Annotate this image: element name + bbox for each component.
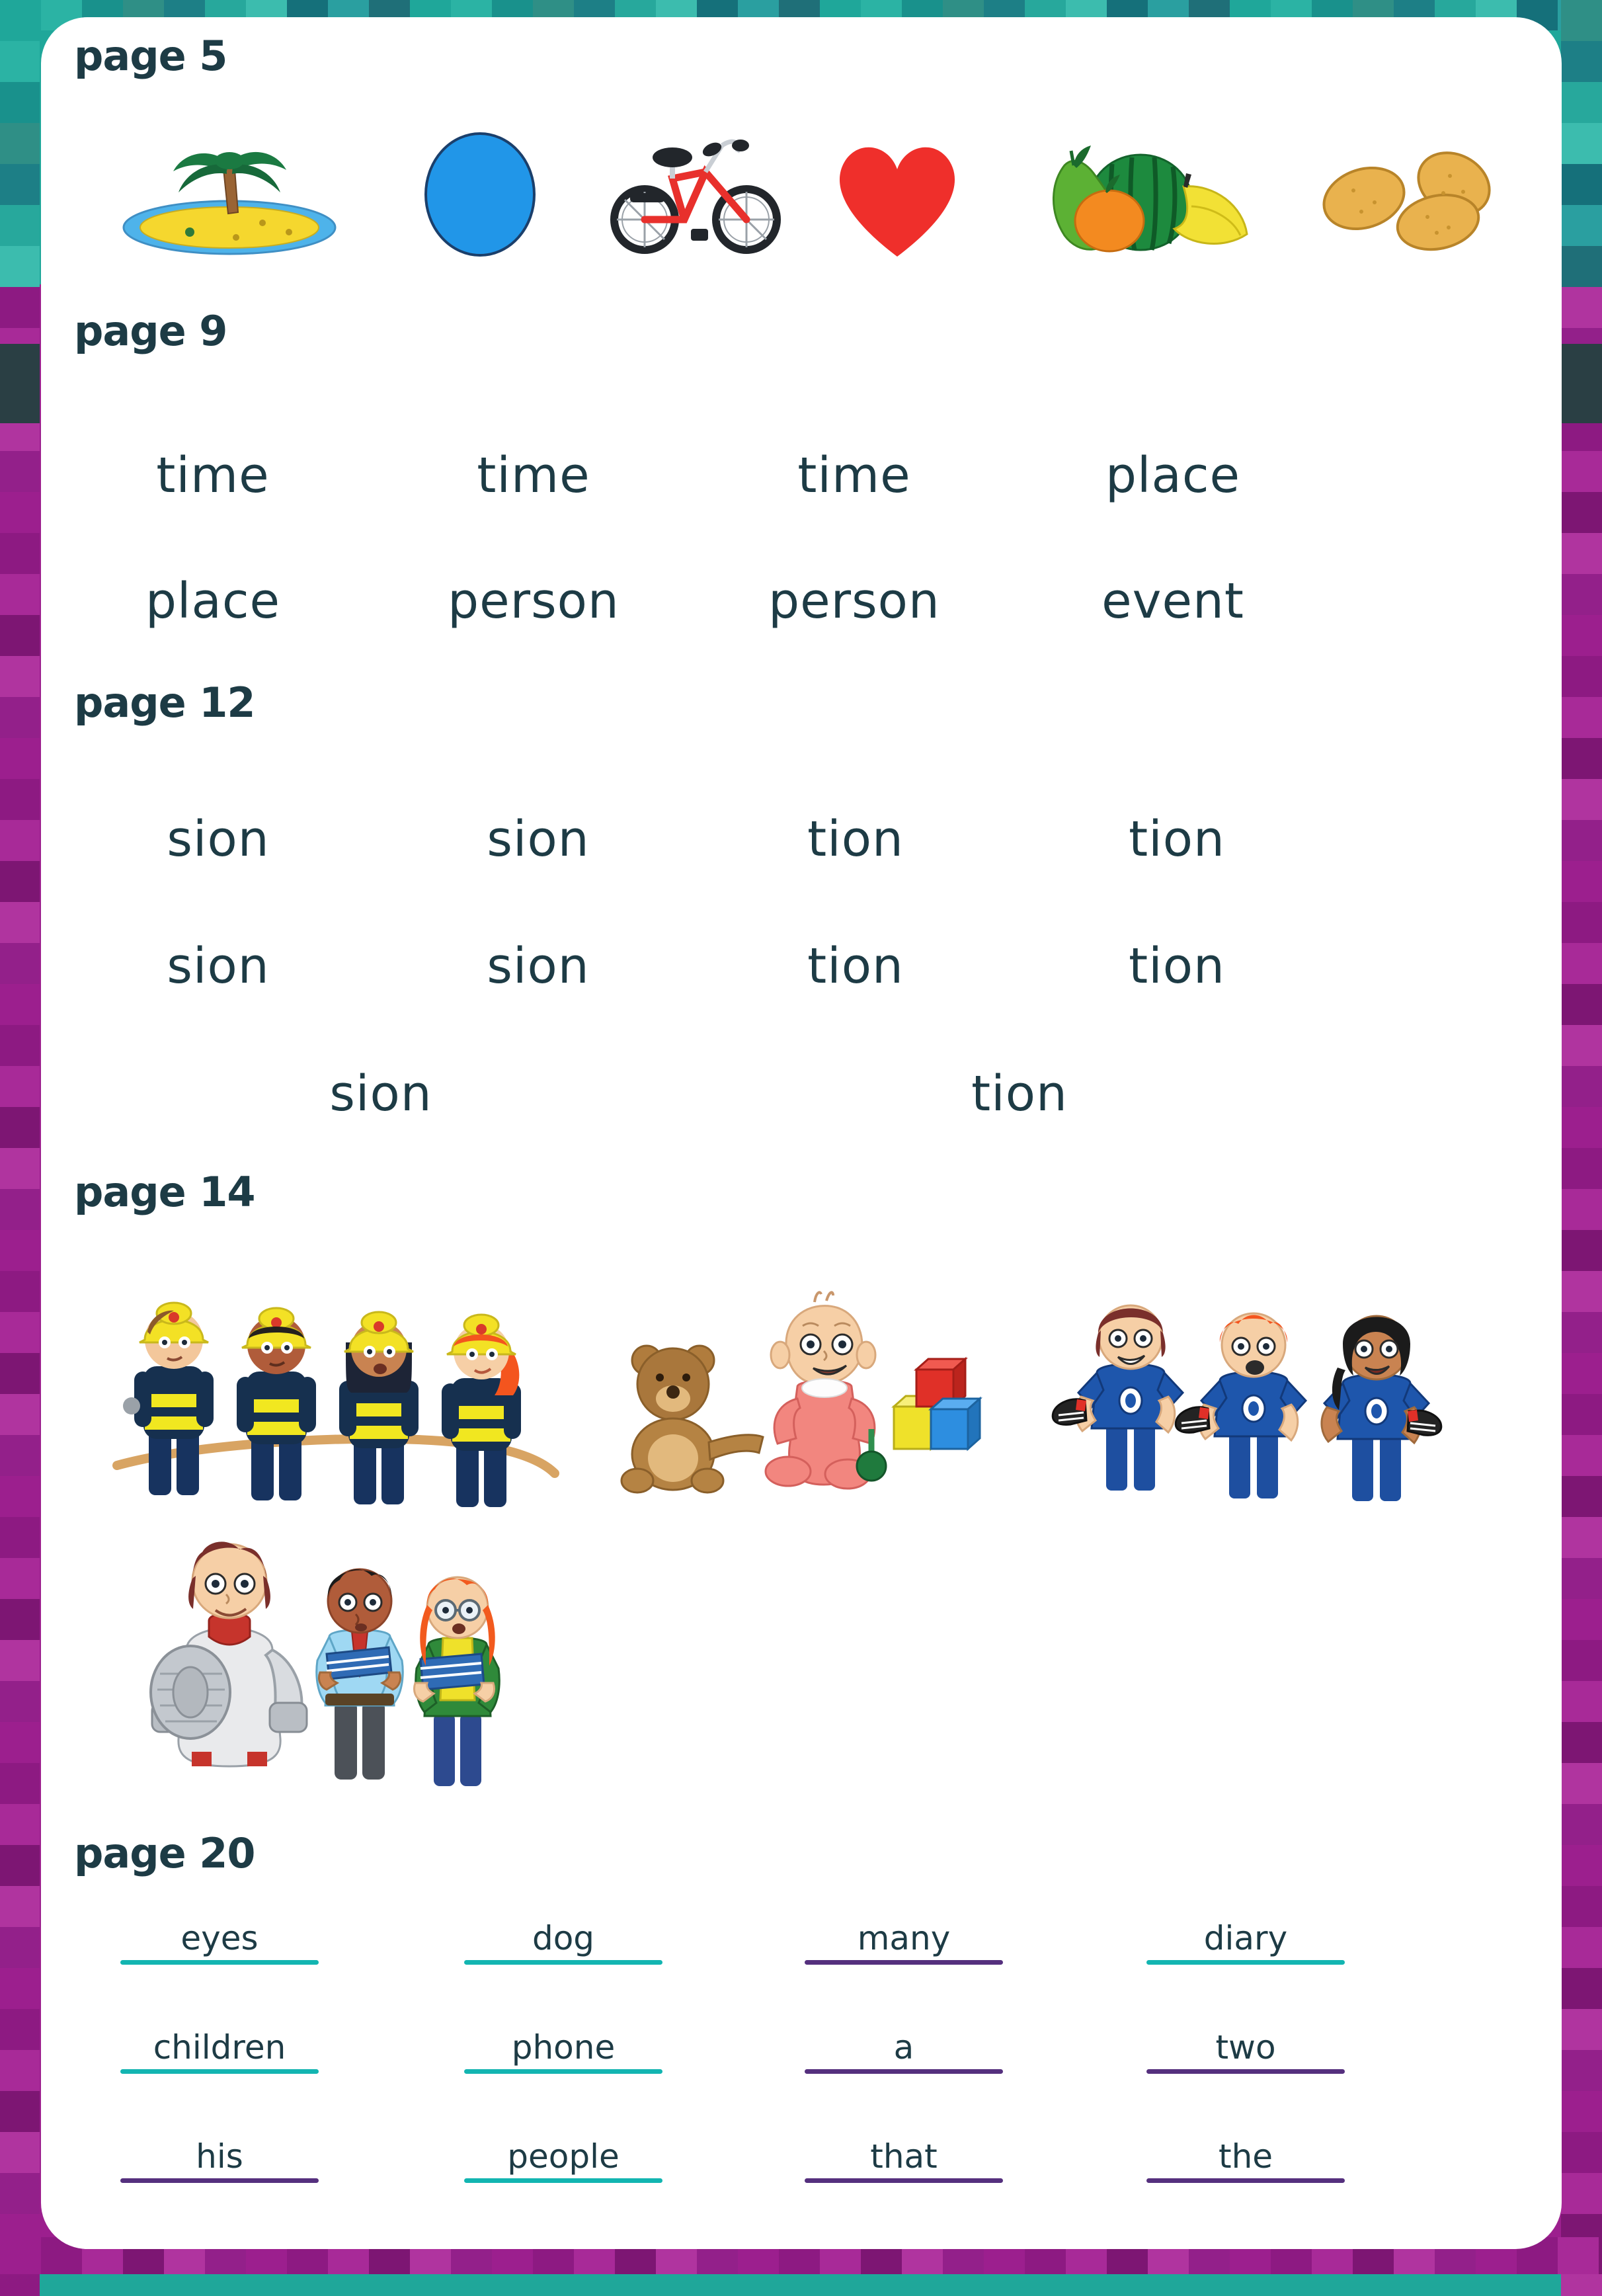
baby-toys-icon	[616, 1270, 986, 1495]
word-cell: sion	[167, 938, 270, 995]
answer-rule	[120, 1960, 319, 1965]
bicycle-icon	[606, 135, 785, 254]
answer-rule	[120, 2178, 319, 2183]
fruit-icon	[1025, 136, 1256, 255]
word-cell: tion	[1129, 811, 1225, 868]
word-cell: sion	[487, 811, 590, 868]
answer-cell: that	[805, 2140, 1003, 2183]
answer-rule	[464, 2178, 662, 2183]
answer-cell: the	[1146, 2140, 1345, 2183]
page-heading-page-14: page 14	[74, 1168, 256, 1216]
answer-cell: his	[120, 2140, 319, 2183]
answer-word: two	[1215, 2028, 1276, 2067]
answer-rule	[1146, 2069, 1345, 2074]
answer-cell: diary	[1146, 1922, 1345, 1965]
island-icon	[120, 133, 339, 255]
answer-cell: many	[805, 1922, 1003, 1965]
word-cell: sion	[167, 811, 270, 868]
word-cell: place	[145, 573, 281, 630]
answer-rule	[805, 2178, 1003, 2183]
word-cell: time	[477, 447, 590, 504]
page-heading-page-9: page 9	[74, 307, 227, 355]
answer-word: diary	[1203, 1919, 1288, 1957]
answer-cell: eyes	[120, 1922, 319, 1965]
answer-word: his	[196, 2137, 243, 2176]
answer-cell: children	[120, 2031, 319, 2074]
answer-word: the	[1218, 2137, 1273, 2176]
workbook-page-card: page 5 page 9 time time time place place…	[41, 17, 1562, 2249]
word-cell: time	[797, 447, 911, 504]
answer-cell: two	[1146, 2031, 1345, 2074]
word-cell: place	[1105, 447, 1241, 504]
answer-word: many	[857, 1919, 951, 1957]
answer-cell: people	[464, 2140, 662, 2183]
page-heading-page-5: page 5	[74, 32, 227, 80]
knight-pupils-icon	[134, 1502, 543, 1786]
word-cell: tion	[807, 938, 904, 995]
word-cell: event	[1101, 573, 1244, 630]
answer-word: phone	[511, 2028, 616, 2067]
word-cell: sion	[487, 938, 590, 995]
answer-cell: phone	[464, 2031, 662, 2074]
answer-word: a	[893, 2028, 914, 2067]
heart-icon	[831, 143, 963, 259]
answer-word: eyes	[180, 1919, 259, 1957]
answer-rule	[1146, 2178, 1345, 2183]
answer-rule	[1146, 1960, 1345, 1965]
answer-rule	[464, 2069, 662, 2074]
page-heading-page-20: page 20	[74, 1829, 256, 1877]
footballers-icon	[1051, 1274, 1472, 1501]
answer-word: dog	[532, 1919, 595, 1957]
word-cell: person	[448, 573, 620, 630]
answer-cell: a	[805, 2031, 1003, 2074]
word-cell: sion	[329, 1065, 432, 1122]
answer-word: children	[153, 2028, 286, 2067]
word-cell: tion	[971, 1065, 1068, 1122]
answer-rule	[805, 1960, 1003, 1965]
answer-word: that	[870, 2137, 938, 2176]
answer-cell: dog	[464, 1922, 662, 1965]
word-cell: time	[156, 447, 270, 504]
potatoes-icon	[1314, 147, 1505, 251]
firefighters-icon	[110, 1267, 560, 1507]
word-cell: tion	[807, 811, 904, 868]
answer-word: people	[507, 2137, 620, 2176]
page-heading-page-12: page 12	[74, 678, 256, 727]
word-cell: person	[768, 573, 940, 630]
word-cell: tion	[1129, 938, 1225, 995]
answer-rule	[120, 2069, 319, 2074]
answer-rule	[805, 2069, 1003, 2074]
answer-rule	[464, 1960, 662, 1965]
ball-icon	[423, 131, 537, 258]
